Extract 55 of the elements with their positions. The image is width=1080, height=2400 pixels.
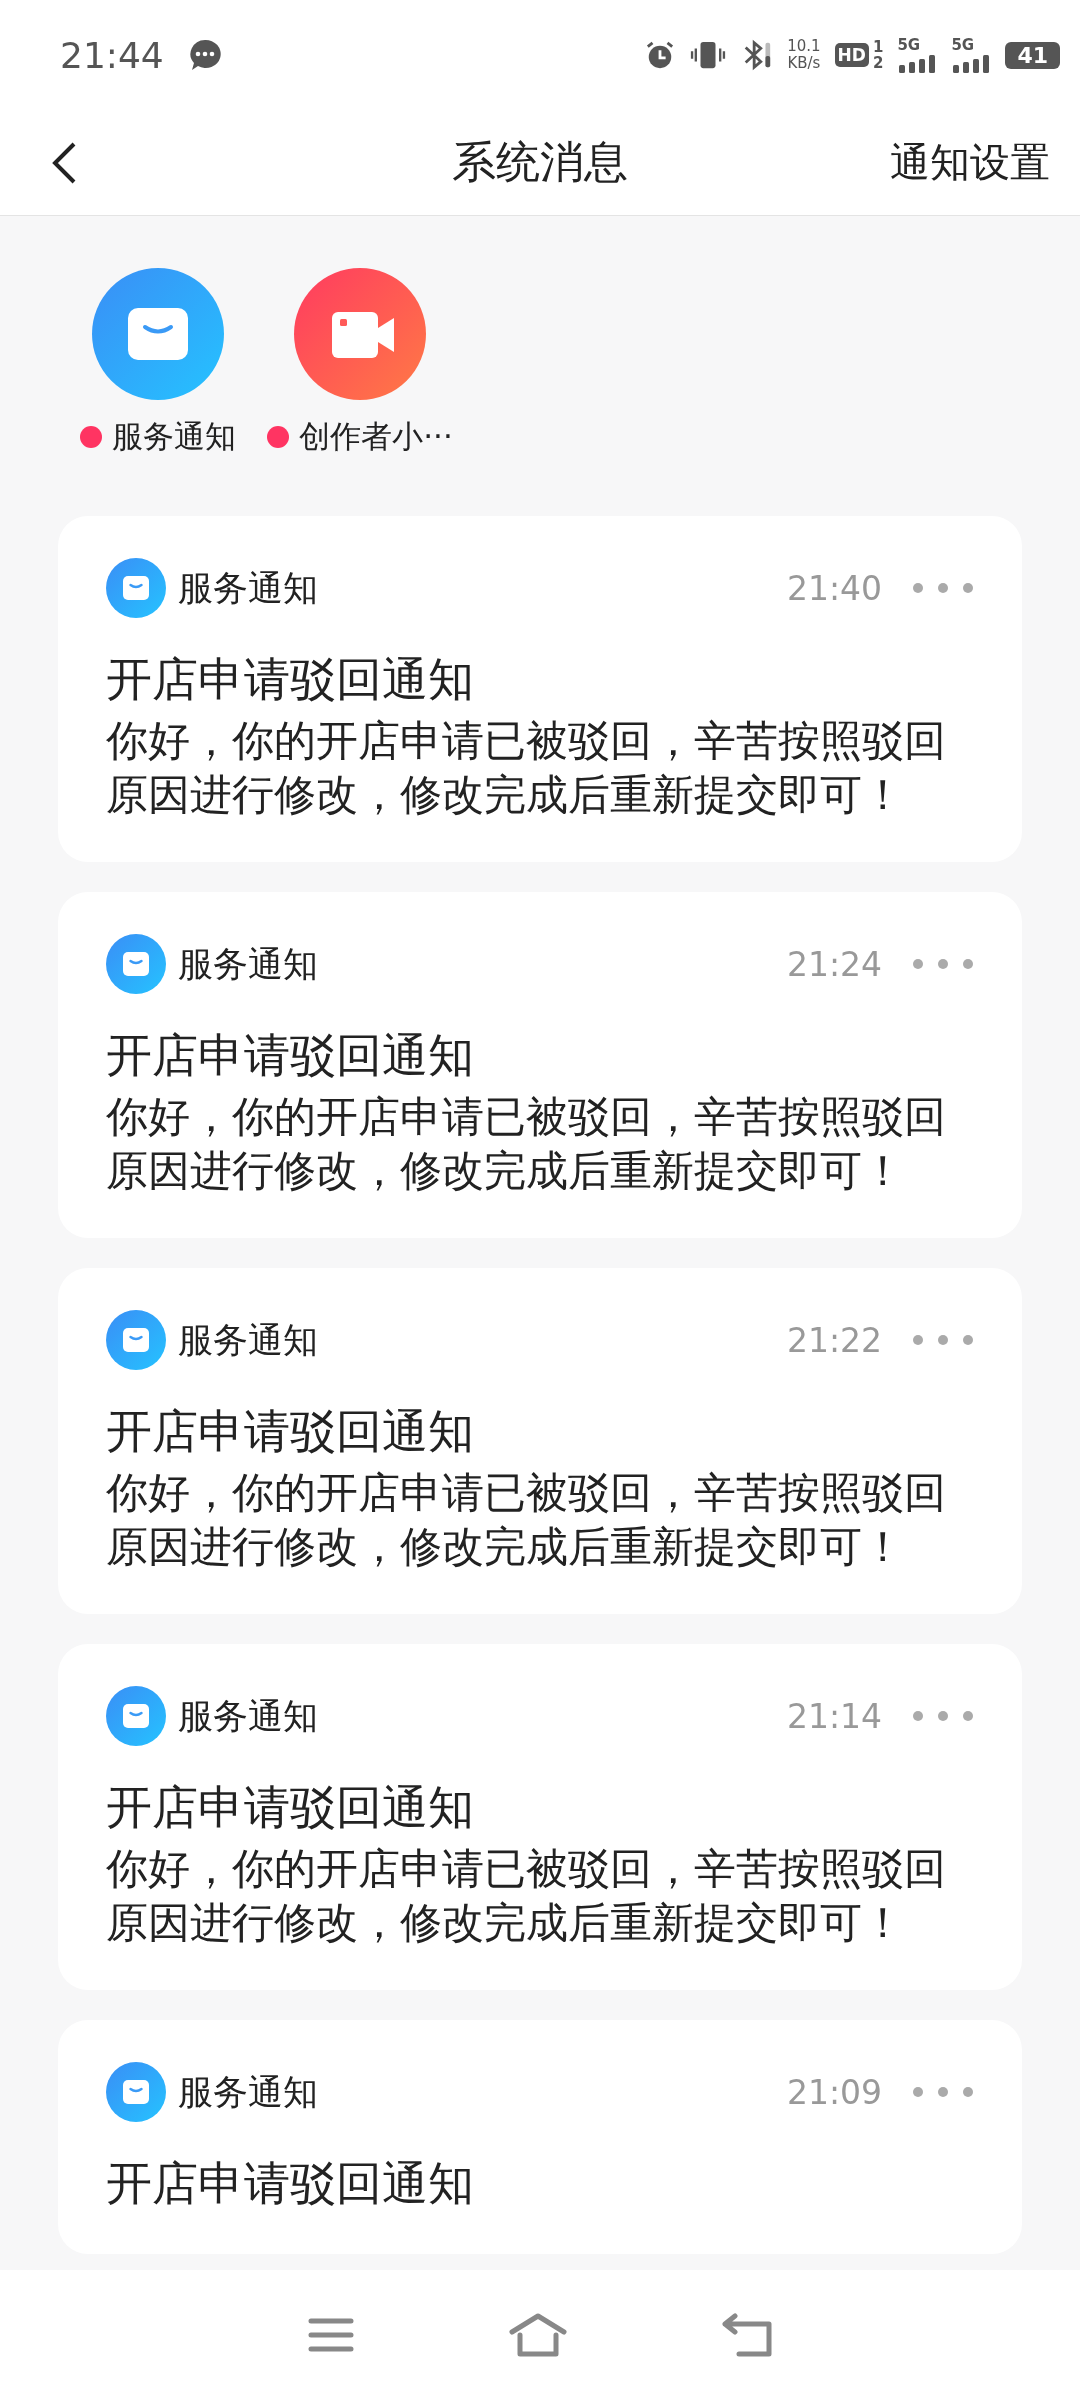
message-body: 你好，你的开店申请已被驳回，辛苦按照驳回原因进行修改，修改完成后重新提交即可！ — [106, 1843, 947, 1949]
home-icon[interactable] — [508, 2312, 568, 2358]
message-source: 服务通知 — [178, 2070, 319, 2114]
video-camera-icon[interactable] — [294, 268, 426, 400]
signal-icon — [897, 52, 938, 73]
message-source: 服务通知 — [178, 1318, 319, 1362]
message-time: 21:22 — [786, 1320, 882, 1360]
message-title: 开店申请驳回通知 — [106, 1779, 475, 1836]
message-title: 开店申请驳回通知 — [106, 2155, 475, 2212]
message-source: 服务通知 — [178, 1694, 319, 1738]
network-type: 5G — [951, 37, 975, 53]
more-icon[interactable] — [912, 2086, 974, 2098]
message-card[interactable]: 服务通知 21:14 开店申请驳回通知 你好，你的开店申请已被驳回，辛苦按照驳回原因进行修改，修改完成后重新提交即可！ — [58, 1644, 1022, 1990]
message-source: 服务通知 — [178, 942, 319, 986]
hd-badge: HD — [834, 43, 869, 67]
sim-number: 2 — [872, 55, 884, 71]
chat-bubble-icon — [187, 38, 222, 72]
message-body: 你好，你的开店申请已被驳回，辛苦按照驳回原因进行修改，修改完成后重新提交即可！ — [106, 1467, 947, 1573]
signal-icon — [951, 52, 992, 73]
message-title: 开店申请驳回通知 — [106, 1403, 475, 1460]
mail-icon — [106, 934, 166, 994]
page-title: 系统消息 — [452, 135, 628, 189]
message-title: 开店申请驳回通知 — [106, 651, 475, 708]
more-icon[interactable] — [912, 582, 974, 594]
notification-settings-link[interactable]: 通知设置 — [890, 135, 1050, 190]
mail-icon[interactable] — [92, 268, 224, 400]
status-time: 21:44 — [60, 34, 164, 76]
mail-icon — [106, 1310, 166, 1370]
alarm-icon — [645, 40, 676, 70]
message-time: 21:24 — [786, 944, 882, 984]
message-body: 你好，你的开店申请已被驳回，辛苦按照驳回原因进行修改，修改完成后重新提交即可！ — [106, 715, 947, 821]
mail-icon — [106, 1686, 166, 1746]
message-body: 你好，你的开店申请已被驳回，辛苦按照驳回原因进行修改，修改完成后重新提交即可！ — [106, 1091, 947, 1197]
shortcut-label[interactable]: 服务通知 — [112, 416, 236, 458]
mail-icon — [106, 2062, 166, 2122]
more-icon[interactable] — [912, 958, 974, 970]
more-icon[interactable] — [912, 1334, 974, 1346]
message-card[interactable]: 服务通知 21:40 开店申请驳回通知 你好，你的开店申请已被驳回，辛苦按照驳回原因进行修改，修改完成后重新提交即可！ — [58, 516, 1022, 862]
network-speed-unit: KB/s — [787, 55, 821, 72]
shortcut-label[interactable]: 创作者小··· — [299, 416, 453, 458]
message-time: 21:40 — [786, 568, 882, 608]
message-source: 服务通知 — [178, 566, 319, 610]
network-speed: 10.1 — [787, 38, 821, 55]
mail-icon — [106, 558, 166, 618]
message-time: 21:14 — [786, 1696, 882, 1736]
message-time: 21:09 — [786, 2072, 882, 2112]
message-card[interactable]: 服务通知 21:24 开店申请驳回通知 你好，你的开店申请已被驳回，辛苦按照驳回原因进行修改，修改完成后重新提交即可！ — [58, 892, 1022, 1238]
more-icon[interactable] — [912, 1710, 974, 1722]
battery-level: 41 — [1005, 41, 1060, 69]
sim-number: 1 — [872, 39, 884, 55]
message-title: 开店申请驳回通知 — [106, 1027, 475, 1084]
vibrate-icon — [689, 40, 728, 70]
message-card[interactable]: 服务通知 21:09 开店申请驳回通知 — [58, 2020, 1022, 2254]
network-type: 5G — [897, 37, 921, 53]
message-card[interactable]: 服务通知 21:22 开店申请驳回通知 你好，你的开店申请已被驳回，辛苦按照驳回原因进行修改，修改完成后重新提交即可！ — [58, 1268, 1022, 1614]
